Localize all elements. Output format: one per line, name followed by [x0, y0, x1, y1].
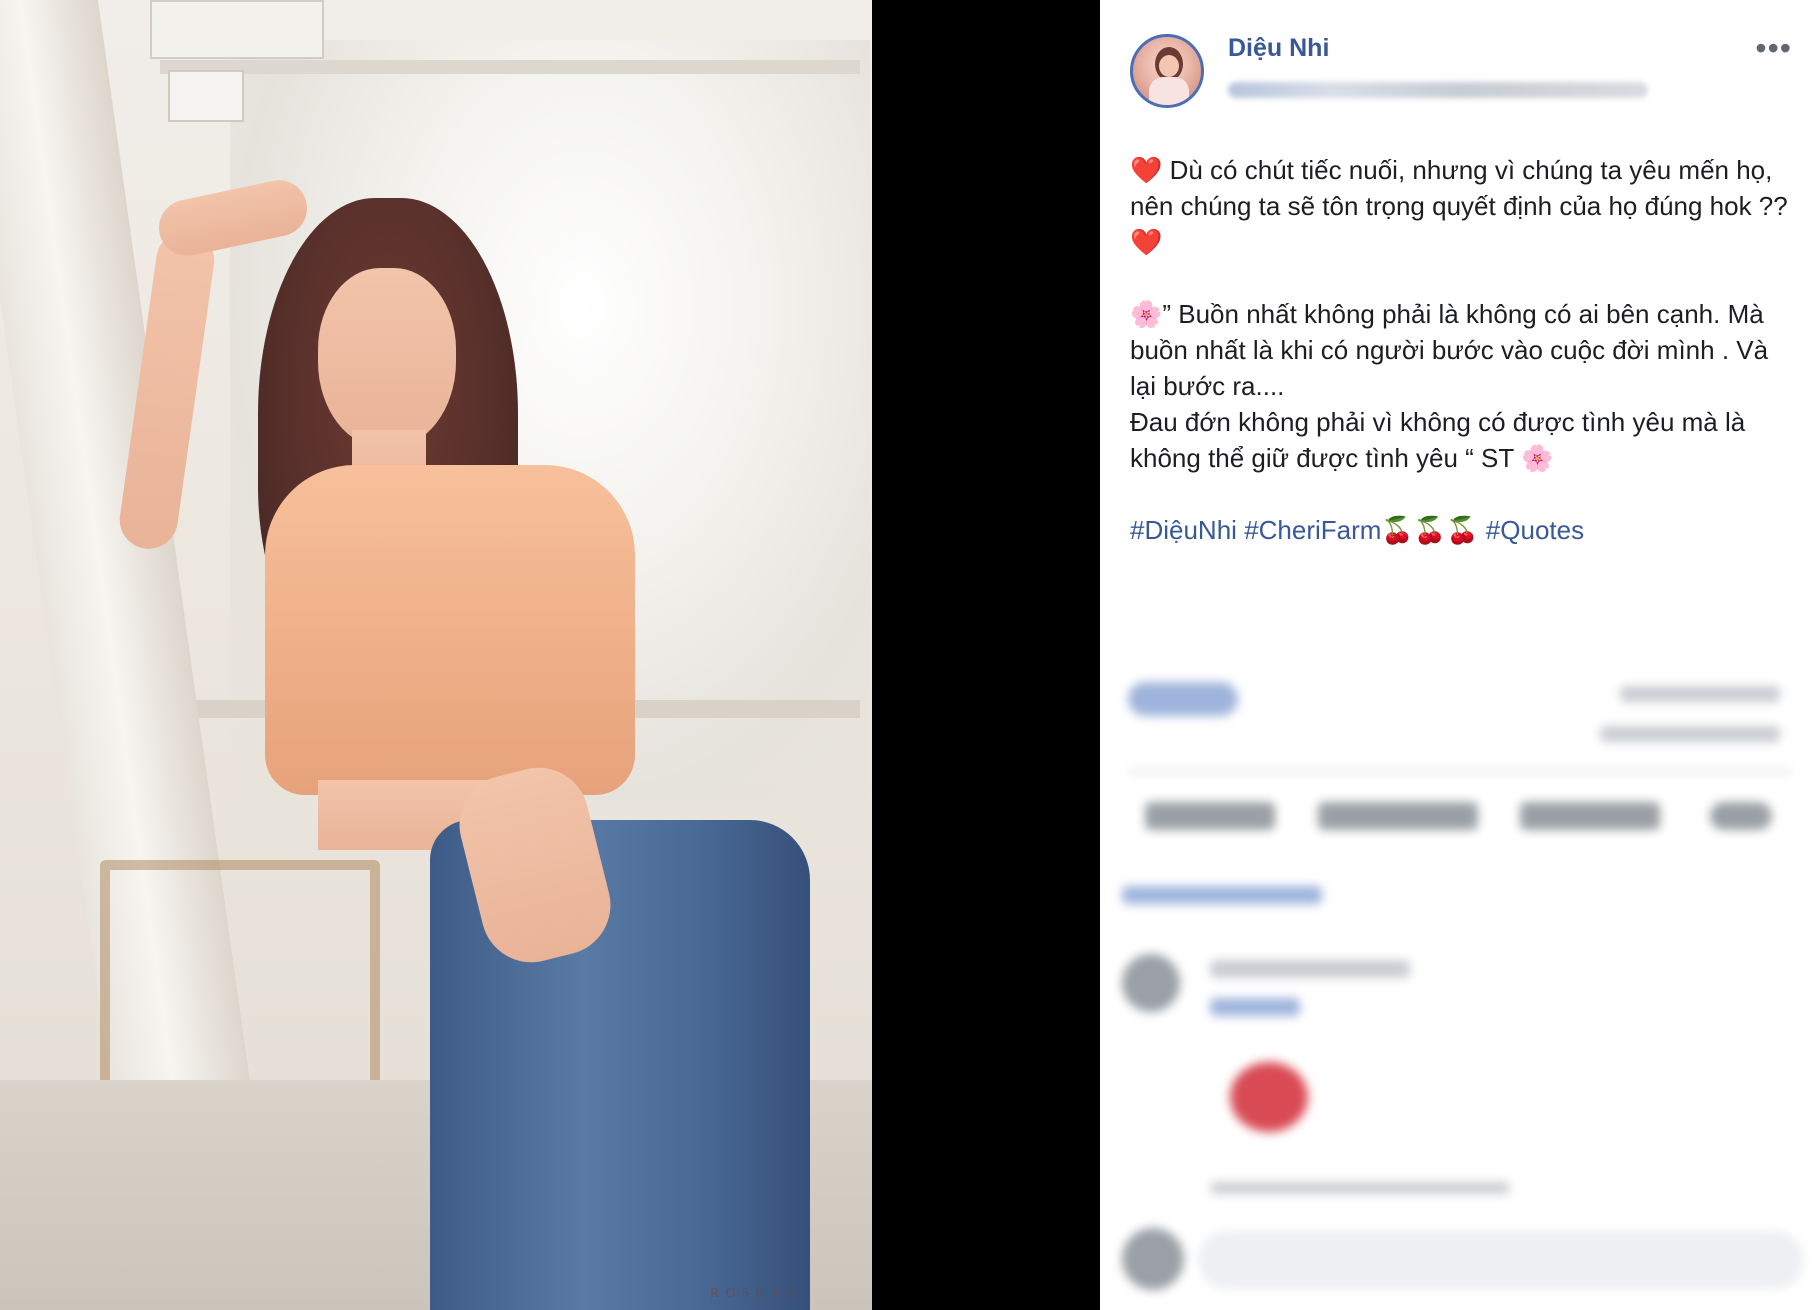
write-comment-input[interactable] [1200, 1232, 1802, 1288]
post-meta-blurred [1228, 82, 1648, 98]
photo-watermark: ROSENG [710, 1286, 803, 1301]
post-photo[interactable]: ROSENG [0, 0, 872, 1310]
comment-sort-selector[interactable] [1122, 886, 1322, 904]
blurred-share-count [1600, 726, 1780, 742]
model-face [318, 268, 456, 448]
lightbox-background [872, 0, 1100, 1310]
audience-selector[interactable] [1710, 802, 1772, 830]
share-button[interactable] [1520, 802, 1660, 830]
blurred-engagement-section [1100, 652, 1820, 1310]
viewer-avatar [1122, 1228, 1184, 1290]
more-horizontal-icon[interactable]: ••• [1755, 32, 1792, 64]
photo-viewer: ROSENG Diệu Nhi ••• ❤️ Dù có chút tiếc n… [0, 0, 1820, 1310]
author-name[interactable]: Diệu Nhi [1228, 34, 1329, 63]
wall-ac-unit [150, 0, 324, 59]
post-paragraph: 🌸” Buồn nhất không phải là không có ai b… [1130, 299, 1769, 473]
blurred-comment-count [1620, 686, 1780, 702]
model-top [265, 465, 635, 795]
reaction-icons [1128, 682, 1238, 716]
post-text: ❤️ Dù có chút tiếc nuối, nhưng vì chúng … [1130, 152, 1790, 548]
cherry-sticker [1230, 1062, 1308, 1132]
blurred-reply-link [1210, 998, 1300, 1016]
post-hashtags: #DiệuNhi #CheriFarm🍒🍒🍒 #Quotes [1130, 512, 1790, 548]
wall-switch [168, 70, 244, 122]
hashtag-cherifarm[interactable]: #CheriFarm🍒🍒🍒 [1244, 515, 1478, 545]
author-avatar[interactable] [1130, 34, 1204, 108]
blurred-comment-text [1210, 960, 1410, 978]
hashtag-quotes[interactable]: #Quotes [1486, 515, 1584, 545]
comment-button[interactable] [1318, 802, 1478, 830]
hashtag-dieunhi[interactable]: #DiệuNhi [1130, 515, 1237, 545]
window-frame [160, 60, 860, 74]
like-button[interactable] [1145, 802, 1275, 830]
post-paragraph: ❤️ Dù có chút tiếc nuối, nhưng vì chúng … [1130, 155, 1795, 257]
commenter-avatar [1122, 954, 1180, 1012]
post-panel: Diệu Nhi ••• ❤️ Dù có chút tiếc nuối, nh… [1100, 0, 1820, 1310]
blurred-comment-actions [1210, 1182, 1510, 1194]
divider [1128, 770, 1792, 773]
